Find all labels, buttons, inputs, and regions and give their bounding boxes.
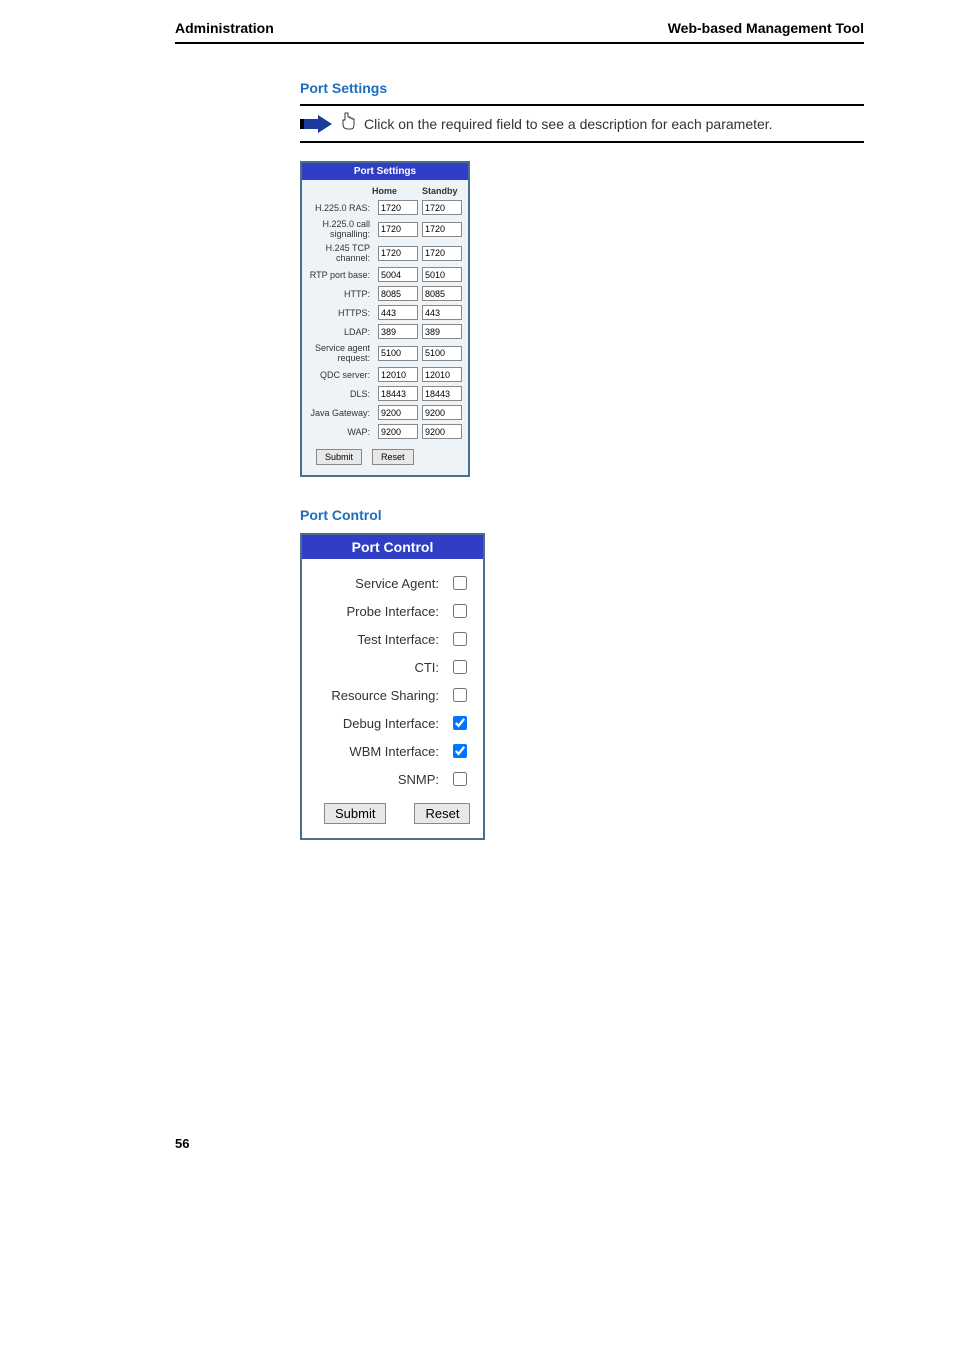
note-text: Click on the required field to see a des… — [364, 116, 773, 132]
column-home: Home — [372, 186, 412, 196]
port-settings-label: DLS: — [308, 389, 374, 399]
port-standby-input[interactable] — [422, 246, 462, 261]
port-settings-row: H.225.0 call signalling: — [308, 219, 462, 239]
port-settings-label: H.225.0 call signalling: — [308, 219, 374, 239]
reset-button[interactable]: Reset — [414, 803, 470, 824]
header-right: Web-based Management Tool — [668, 20, 864, 36]
port-control-checkbox[interactable] — [453, 744, 467, 758]
port-settings-row: DLS: — [308, 386, 462, 401]
port-settings-label: HTTPS: — [308, 308, 374, 318]
reset-button[interactable]: Reset — [372, 449, 414, 465]
port-control-label: WBM Interface: — [312, 744, 439, 759]
port-control-checkbox[interactable] — [453, 772, 467, 786]
port-settings-label: HTTP: — [308, 289, 374, 299]
port-control-row: CTI: — [312, 657, 473, 677]
content: Port Settings Click on the required fiel… — [300, 80, 864, 840]
port-settings-row: LDAP: — [308, 324, 462, 339]
port-settings-label: RTP port base: — [308, 270, 374, 280]
port-settings-row: QDC server: — [308, 367, 462, 382]
port-settings-panel-title: Port Settings — [302, 163, 468, 180]
port-control-checkbox[interactable] — [453, 604, 467, 618]
port-settings-label: WAP: — [308, 427, 374, 437]
port-settings-row: HTTPS: — [308, 305, 462, 320]
port-home-input[interactable] — [378, 424, 418, 439]
port-control-row: Resource Sharing: — [312, 685, 473, 705]
column-standby: Standby — [422, 186, 462, 196]
port-home-input[interactable] — [378, 367, 418, 382]
arrow-right-icon — [300, 115, 332, 133]
port-standby-input[interactable] — [422, 222, 462, 237]
port-home-input[interactable] — [378, 405, 418, 420]
port-control-row: SNMP: — [312, 769, 473, 789]
note-row: Click on the required field to see a des… — [300, 104, 864, 143]
port-home-input[interactable] — [378, 305, 418, 320]
port-home-input[interactable] — [378, 286, 418, 301]
header-left: Administration — [175, 20, 274, 36]
page-number: 56 — [175, 1136, 189, 1151]
port-settings-row: H.245 TCP channel: — [308, 243, 462, 263]
port-settings-label: Service agent request: — [308, 343, 374, 363]
port-control-label: Resource Sharing: — [312, 688, 439, 703]
port-standby-input[interactable] — [422, 386, 462, 401]
port-control-row: Debug Interface: — [312, 713, 473, 733]
port-standby-input[interactable] — [422, 367, 462, 382]
port-settings-label: Java Gateway: — [308, 408, 374, 418]
port-settings-row: H.225.0 RAS: — [308, 200, 462, 215]
port-home-input[interactable] — [378, 386, 418, 401]
port-control-row: Probe Interface: — [312, 601, 473, 621]
port-settings-row: HTTP: — [308, 286, 462, 301]
port-control-label: CTI: — [312, 660, 439, 675]
port-standby-input[interactable] — [422, 405, 462, 420]
port-settings-label: H.245 TCP channel: — [308, 243, 374, 263]
port-standby-input[interactable] — [422, 267, 462, 282]
port-standby-input[interactable] — [422, 286, 462, 301]
hand-pointer-icon — [340, 112, 356, 135]
header-bar: Administration Web-based Management Tool — [175, 20, 864, 44]
port-control-panel-title: Port Control — [302, 535, 483, 559]
port-home-input[interactable] — [378, 222, 418, 237]
port-home-input[interactable] — [378, 346, 418, 361]
port-control-row: Test Interface: — [312, 629, 473, 649]
port-control-label: SNMP: — [312, 772, 439, 787]
port-control-heading: Port Control — [300, 507, 864, 523]
port-home-input[interactable] — [378, 267, 418, 282]
port-control-label: Debug Interface: — [312, 716, 439, 731]
port-settings-row: Service agent request: — [308, 343, 462, 363]
port-home-input[interactable] — [378, 324, 418, 339]
port-standby-input[interactable] — [422, 346, 462, 361]
port-control-row: WBM Interface: — [312, 741, 473, 761]
port-control-row: Service Agent: — [312, 573, 473, 593]
port-home-input[interactable] — [378, 200, 418, 215]
port-standby-input[interactable] — [422, 305, 462, 320]
port-control-label: Probe Interface: — [312, 604, 439, 619]
port-home-input[interactable] — [378, 246, 418, 261]
port-control-checkbox[interactable] — [453, 716, 467, 730]
port-standby-input[interactable] — [422, 424, 462, 439]
port-settings-row: WAP: — [308, 424, 462, 439]
submit-button[interactable]: Submit — [324, 803, 386, 824]
submit-button[interactable]: Submit — [316, 449, 362, 465]
port-control-checkbox[interactable] — [453, 576, 467, 590]
port-control-checkbox[interactable] — [453, 660, 467, 674]
port-control-label: Service Agent: — [312, 576, 439, 591]
port-control-checkbox[interactable] — [453, 632, 467, 646]
port-settings-row: RTP port base: — [308, 267, 462, 282]
port-settings-label: LDAP: — [308, 327, 374, 337]
port-standby-input[interactable] — [422, 200, 462, 215]
port-settings-row: Java Gateway: — [308, 405, 462, 420]
port-settings-heading: Port Settings — [300, 80, 864, 96]
port-settings-label: H.225.0 RAS: — [308, 203, 374, 213]
port-standby-input[interactable] — [422, 324, 462, 339]
port-control-checkbox[interactable] — [453, 688, 467, 702]
port-control-panel: Port Control Service Agent: Probe Interfa… — [300, 533, 485, 840]
port-settings-label: QDC server: — [308, 370, 374, 380]
port-settings-panel: Port Settings Home Standby H.225.0 RAS: H… — [300, 161, 470, 477]
port-control-label: Test Interface: — [312, 632, 439, 647]
